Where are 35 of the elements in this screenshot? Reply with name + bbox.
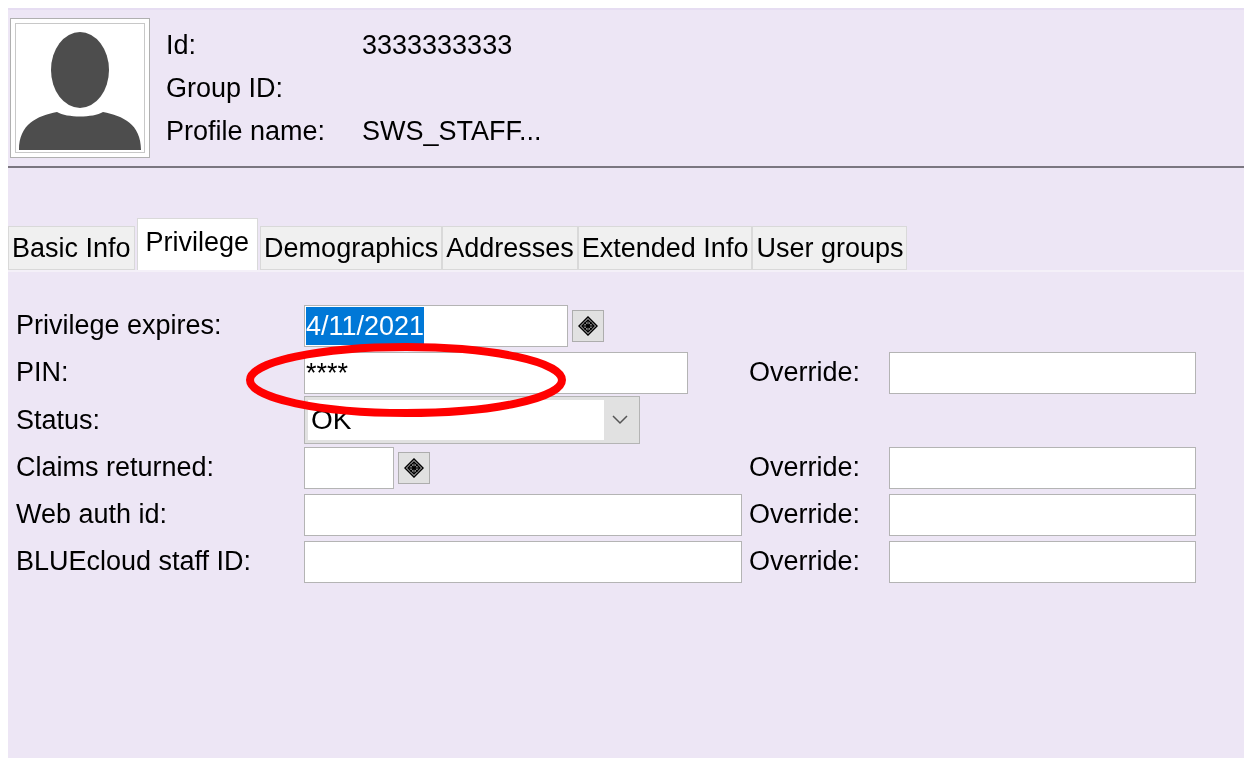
override-label: Override: xyxy=(749,545,862,579)
tab[interactable]: Privilege xyxy=(136,218,259,270)
info-label: Group ID: xyxy=(166,71,285,105)
override-field[interactable] xyxy=(889,351,1196,394)
info-label: Profile name: xyxy=(166,114,327,148)
field-label: Privilege expires: xyxy=(16,309,223,343)
pin-field[interactable]: **** xyxy=(304,351,688,394)
chevron-down-icon xyxy=(612,415,628,425)
override-label: Override: xyxy=(749,356,862,390)
override-label: Override: xyxy=(749,451,862,485)
field-label: Claims returned: xyxy=(16,451,216,485)
diamond-icon xyxy=(578,315,598,336)
tab[interactable]: Addresses xyxy=(442,226,578,270)
diamond-icon xyxy=(404,457,424,478)
info-label: Id: xyxy=(166,28,198,62)
override-field[interactable] xyxy=(889,493,1196,536)
tab[interactable]: Demographics xyxy=(260,226,443,270)
count-field[interactable] xyxy=(304,446,394,489)
override-field[interactable] xyxy=(889,446,1196,489)
tab[interactable]: User groups xyxy=(752,226,908,270)
text-field[interactable] xyxy=(304,493,742,536)
text-field[interactable] xyxy=(304,540,742,583)
field-label: BLUEcloud staff ID: xyxy=(16,545,253,579)
tab[interactable]: Extended Info xyxy=(577,226,753,270)
field-label: Status: xyxy=(16,403,102,437)
info-value: 3333333333 xyxy=(362,28,513,62)
info-value: SWS_STAFF... xyxy=(362,114,542,148)
tab[interactable]: Basic Info xyxy=(8,226,135,270)
calendar-button[interactable] xyxy=(398,451,430,484)
field-label: PIN: xyxy=(16,356,70,390)
field-label: Web auth id: xyxy=(16,498,169,532)
override-label: Override: xyxy=(749,498,862,532)
date-field[interactable]: 4/11/2021 xyxy=(304,304,568,347)
override-field[interactable] xyxy=(889,540,1196,583)
calendar-button[interactable] xyxy=(572,309,604,342)
